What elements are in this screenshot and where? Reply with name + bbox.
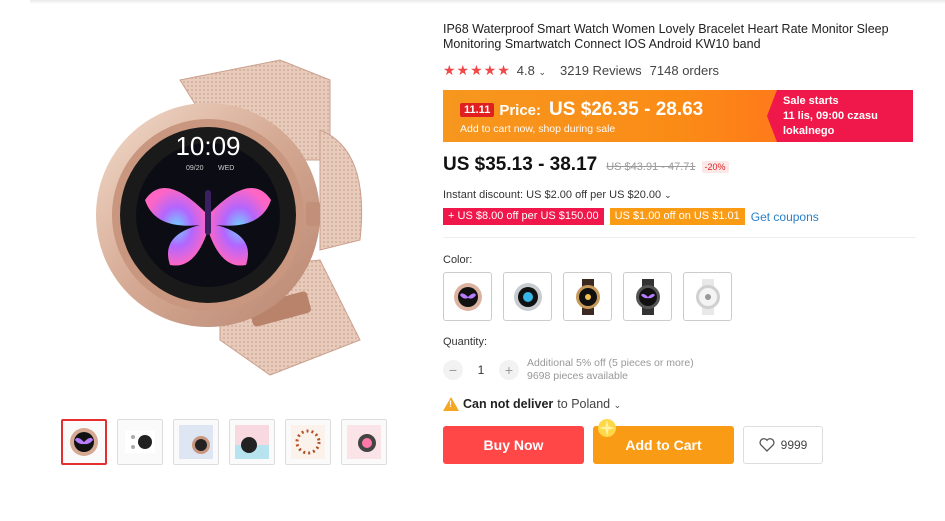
thumbnail-4[interactable] [229,419,275,465]
color-option-black-mesh[interactable] [623,272,672,321]
quantity-stepper: − 1 + Additional 5% off (5 pieces or mor… [443,357,923,383]
plus-icon: + [448,210,455,222]
add-to-cart-label: Add to Cart [625,437,702,453]
color-option-black-leather[interactable] [563,272,612,321]
thumbnail-1[interactable] [61,419,107,465]
add-to-cart-button[interactable]: Add to Cart [593,419,734,464]
sale-price-label: Price: [499,101,542,119]
coupon-select[interactable]: US $1.00 off on US $1.01 [609,208,745,225]
chevron-down-icon: ⌄ [613,400,622,410]
stock-available: 9698 pieces available [527,370,628,382]
quantity-note: Additional 5% off (5 pieces or more) 969… [527,357,694,383]
sale-banner: 11.11 Price: US $26.35 - 28.63 Add to ca… [443,90,913,142]
sale-start-line3: lokalnego [783,125,835,137]
sale-badge: 11.11 [460,103,495,117]
thumbnail-6[interactable] [341,419,387,465]
coupon-store[interactable]: + US $8.00 off per US $150.00 [443,208,604,225]
color-option-rose-gold[interactable] [443,272,492,321]
reviews-link[interactable]: 3219 Reviews [560,63,642,78]
heart-icon [759,438,775,452]
rating-row: ★★★★★ 4.8 ⌄ 3219 Reviews 7148 orders [443,62,923,78]
decrease-quantity-button[interactable]: − [443,360,463,380]
delivery-destination-text: to Poland [557,397,611,411]
action-buttons: Buy Now Add to Cart 9999 [443,419,923,464]
coupon-store-text: US $8.00 off per US $150.00 [457,210,599,222]
top-separator [30,0,945,4]
bulk-discount-note: Additional 5% off (5 pieces or more) [527,357,694,369]
wishlist-button[interactable]: 9999 [743,426,823,464]
sparkle-icon [598,419,616,437]
product-info: IP68 Waterproof Smart Watch Women Lovely… [443,22,923,464]
sale-start-line2: 11 lis, 09:00 czasu [783,110,878,122]
buy-now-button[interactable]: Buy Now [443,426,584,464]
thumbnail-2[interactable] [117,419,163,465]
rating-number: 4.8 [516,62,535,78]
instant-discount-text: Instant discount: US $2.00 off per US $2… [443,189,662,201]
quantity-value[interactable]: 1 [463,363,499,377]
wishlist-count: 9999 [780,438,808,452]
instant-discount[interactable]: Instant discount: US $2.00 off per US $2… [443,189,923,201]
svg-text:WED: WED [218,165,234,172]
get-coupons-link[interactable]: Get coupons [751,210,819,224]
quantity-label: Quantity: [443,336,488,348]
sale-subtext: Add to cart now, shop during sale [460,123,616,135]
discount-badge: -20% [701,161,729,173]
current-price: US $35.13 - 38.17 [443,154,598,175]
warning-icon: ! [443,397,459,411]
color-label: Color: [443,254,473,266]
divider [443,237,916,238]
color-option-white[interactable] [683,272,732,321]
delivery-row: ! Can not deliver to Poland ⌄ [443,397,923,411]
price-row: US $35.13 - 38.17 US $43.91 - 47.71 -20% [443,154,923,176]
coupon-row: + US $8.00 off per US $150.00 US $1.00 o… [443,208,923,225]
thumbnail-3[interactable] [173,419,219,465]
chevron-down-icon: ⌄ [538,66,547,77]
sale-price-block: 11.11 Price: US $26.35 - 28.63 Add to ca… [443,90,777,142]
svg-text:09/20: 09/20 [186,165,204,172]
sale-price: US $26.35 - 28.63 [549,99,704,120]
delivery-destination[interactable]: to Poland ⌄ [557,397,621,411]
sale-start-line1: Sale starts [783,95,839,107]
svg-text:10:09: 10:09 [175,131,240,161]
orders-count: 7148 orders [649,62,720,78]
main-product-image[interactable]: 10:09 09/20 WED [70,40,390,390]
rating-stars: ★★★★★ [443,61,511,78]
original-price: US $43.91 - 47.71 [606,161,696,173]
sale-start-info: Sale starts 11 lis, 09:00 czasu lokalneg… [767,90,913,142]
product-title: IP68 Waterproof Smart Watch Women Lovely… [443,22,889,51]
color-option-silver[interactable] [503,272,552,321]
thumbnail-5[interactable] [285,419,331,465]
thumbnail-strip [61,419,387,465]
chevron-down-icon: ⌄ [664,190,672,200]
delivery-status: Can not deliver [463,397,554,411]
product-page: 10:09 09/20 WED IP68 Waterproof Smart Wa… [0,0,945,521]
color-swatches [443,272,923,321]
rating-value[interactable]: 4.8 ⌄ [517,63,546,78]
increase-quantity-button[interactable]: + [499,360,519,380]
